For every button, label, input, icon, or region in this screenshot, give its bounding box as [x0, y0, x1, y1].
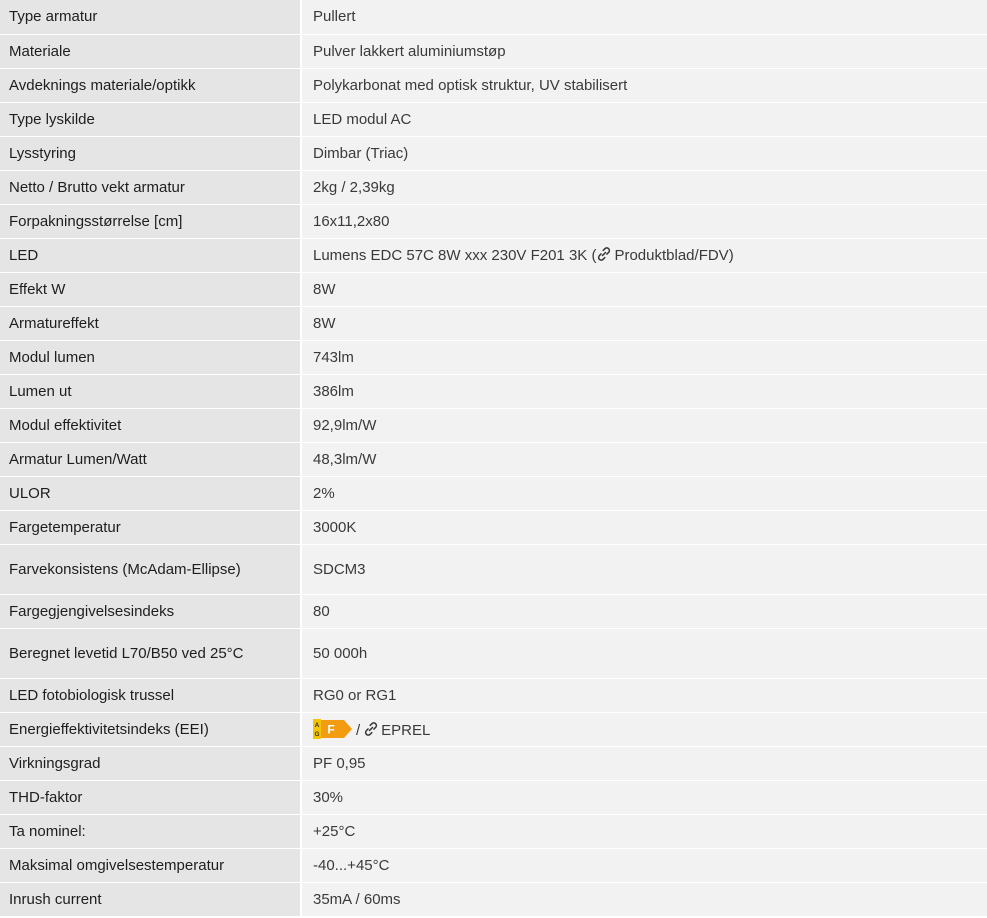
spec-row: Armatureffekt 8W — [0, 306, 987, 341]
spec-value: 48,3lm/W — [301, 442, 987, 477]
spec-value: 743lm — [301, 340, 987, 375]
spec-label: Avdeknings materiale/optikk — [0, 68, 302, 103]
spec-value: Pullert — [301, 0, 987, 35]
spec-value: 50 000h — [301, 628, 987, 679]
product-sheet-link-label: Produktblad/FDV — [614, 247, 729, 264]
spec-value: 80 — [301, 594, 987, 629]
spec-label: Lumen ut — [0, 374, 302, 409]
spec-row: Type armatur Pullert — [0, 0, 987, 35]
spec-row: Energieffektivitetsindeks (EEI) A G F / EPRE… — [0, 712, 987, 747]
spec-label: LED fotobiologisk trussel — [0, 678, 302, 713]
spec-row: LED fotobiologisk trussel RG0 or RG1 — [0, 678, 987, 713]
spec-label: Netto / Brutto vekt armatur — [0, 170, 302, 205]
eprel-link-label: EPREL — [381, 722, 431, 739]
spec-table: Type armatur Pullert Materiale Pulver la… — [0, 0, 987, 917]
spec-value: 386lm — [301, 374, 987, 409]
spec-label: Fargegjengivelsesindeks — [0, 594, 302, 629]
spec-label: Energieffektivitetsindeks (EEI) — [0, 712, 302, 747]
energy-class-letter: F — [327, 723, 334, 737]
spec-value: 8W — [301, 306, 987, 341]
spec-row: Avdeknings materiale/optikk Polykarbonat… — [0, 68, 987, 103]
spec-label: Inrush current — [0, 882, 302, 917]
spec-value: 16x11,2x80 — [301, 204, 987, 239]
spec-row: Effekt W 8W — [0, 272, 987, 307]
spec-label: Modul lumen — [0, 340, 302, 375]
spec-label: LED — [0, 238, 302, 273]
link-icon — [365, 722, 378, 736]
spec-row: Lumen ut 386lm — [0, 374, 987, 409]
spec-row: THD-faktor 30% — [0, 780, 987, 815]
spec-label: Virkningsgrad — [0, 746, 302, 781]
eei-separator: / — [356, 722, 361, 739]
spec-row: Virkningsgrad PF 0,95 — [0, 746, 987, 781]
spec-row: Farvekonsistens (McAdam-Ellipse) SDCM3 — [0, 544, 987, 595]
spec-value: 2% — [301, 476, 987, 511]
spec-label: Fargetemperatur — [0, 510, 302, 545]
spec-row: Type lyskilde LED modul AC — [0, 102, 987, 137]
spec-label: Lysstyring — [0, 136, 302, 171]
spec-label: Armatur Lumen/Watt — [0, 442, 302, 477]
link-icon — [598, 247, 611, 261]
spec-value: SDCM3 — [301, 544, 987, 595]
spec-row: Lysstyring Dimbar (Triac) — [0, 136, 987, 171]
spec-value: Polykarbonat med optisk struktur, UV sta… — [301, 68, 987, 103]
energy-label-icon: AG F — [313, 719, 352, 739]
product-sheet-link[interactable]: Produktblad/FDV — [596, 247, 729, 264]
spec-label: ULOR — [0, 476, 302, 511]
spec-label: Forpakningsstørrelse [cm] — [0, 204, 302, 239]
spec-label: Type armatur — [0, 0, 302, 35]
spec-label: Beregnet levetid L70/B50 ved 25°C — [0, 628, 302, 679]
spec-row: Materiale Pulver lakkert aluminiumstøp — [0, 34, 987, 69]
spec-label: Materiale — [0, 34, 302, 69]
spec-label: Type lyskilde — [0, 102, 302, 137]
spec-row: Ta nominel: +25°C — [0, 814, 987, 849]
spec-row: Inrush current 35mA / 60ms — [0, 882, 987, 917]
spec-row: Forpakningsstørrelse [cm] 16x11,2x80 — [0, 204, 987, 239]
spec-label: Farvekonsistens (McAdam-Ellipse) — [0, 544, 302, 595]
spec-label: Effekt W — [0, 272, 302, 307]
spec-value: -40...+45°C — [301, 848, 987, 883]
spec-row: Maksimal omgivelsestemperatur -40...+45°… — [0, 848, 987, 883]
led-value-suffix: ) — [728, 247, 734, 264]
spec-row: Fargetemperatur 3000K — [0, 510, 987, 545]
spec-value: RG0 or RG1 — [301, 678, 987, 713]
spec-label: Ta nominel: — [0, 814, 302, 849]
spec-label: Modul effektivitet — [0, 408, 302, 443]
spec-value: A G F / EPREL — [301, 712, 987, 747]
spec-value: Pulver lakkert aluminiumstøp — [301, 34, 987, 69]
spec-label: Maksimal omgivelsestemperatur — [0, 848, 302, 883]
eprel-link[interactable]: EPREL — [363, 722, 430, 739]
spec-value: PF 0,95 — [301, 746, 987, 781]
spec-value: 35mA / 60ms — [301, 882, 987, 917]
spec-value: 2kg / 2,39kg — [301, 170, 987, 205]
spec-value: 8W — [301, 272, 987, 307]
spec-row: Modul lumen 743lm — [0, 340, 987, 375]
energy-scale-bottom: G — [314, 731, 319, 738]
spec-row: LED Lumens EDC 57C 8W xxx 230V F201 3K (… — [0, 238, 987, 273]
spec-value: Dimbar (Triac) — [301, 136, 987, 171]
spec-value: LED modul AC — [301, 102, 987, 137]
spec-row: Beregnet levetid L70/B50 ved 25°C 50 000… — [0, 628, 987, 679]
spec-label: THD-faktor — [0, 780, 302, 815]
led-value-text: Lumens EDC 57C 8W xxx 230V F201 3K ( — [313, 247, 597, 264]
spec-value: 30% — [301, 780, 987, 815]
spec-label: Armatureffekt — [0, 306, 302, 341]
spec-row: Armatur Lumen/Watt 48,3lm/W — [0, 442, 987, 477]
energy-scale-top: A — [315, 722, 320, 729]
spec-row: ULOR 2% — [0, 476, 987, 511]
spec-value: Lumens EDC 57C 8W xxx 230V F201 3K ( Prod… — [301, 238, 987, 273]
spec-value: 3000K — [301, 510, 987, 545]
spec-value: 92,9lm/W — [301, 408, 987, 443]
spec-row: Fargegjengivelsesindeks 80 — [0, 594, 987, 629]
spec-row: Netto / Brutto vekt armatur 2kg / 2,39kg — [0, 170, 987, 205]
spec-row: Modul effektivitet 92,9lm/W — [0, 408, 987, 443]
spec-value: +25°C — [301, 814, 987, 849]
